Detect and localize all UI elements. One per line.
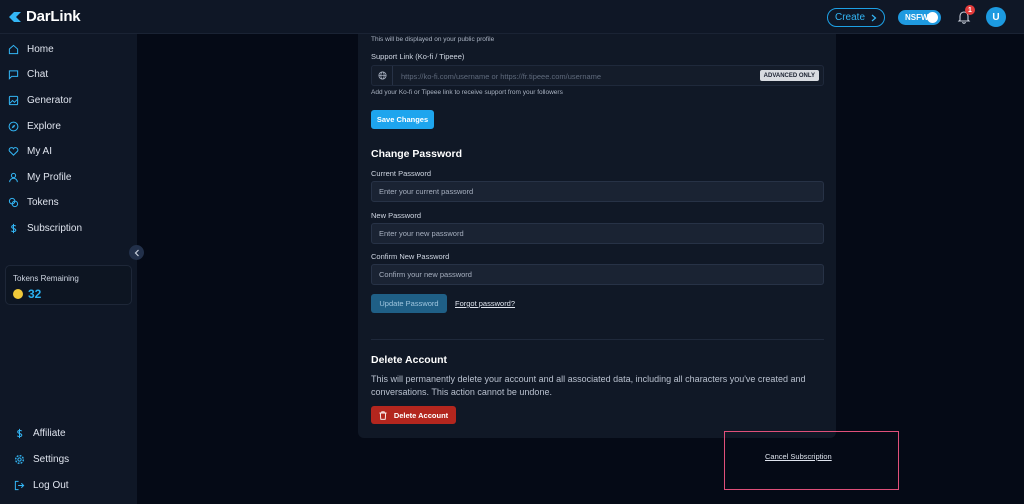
- sidebar-item-explore[interactable]: Explore: [8, 117, 128, 135]
- chat-icon: [8, 69, 19, 80]
- sidebar-item-label: Explore: [27, 120, 61, 132]
- tokens-remaining-label: Tokens Remaining: [13, 274, 79, 283]
- sidebar-item-chat[interactable]: Chat: [8, 65, 128, 83]
- cancel-subscription-link[interactable]: Cancel Subscription: [765, 452, 832, 461]
- dollar-icon: [10, 223, 17, 233]
- sidebar-item-logout[interactable]: Log Out: [14, 476, 134, 494]
- top-bar: DarLink Create NSFW 1 U: [0, 0, 1024, 34]
- sidebar-item-label: My AI: [27, 145, 53, 157]
- sidebar-item-label: Generator: [27, 94, 73, 106]
- sidebar-item-settings[interactable]: Settings: [14, 450, 134, 468]
- delete-account-button[interactable]: Delete Account: [371, 406, 456, 424]
- sidebar-item-label: Log Out: [33, 479, 69, 491]
- confirm-password-input[interactable]: Confirm your new password: [371, 264, 824, 285]
- current-password-input[interactable]: Enter your current password: [371, 181, 824, 202]
- sidebar-item-label: Home: [27, 43, 54, 55]
- tokens-count: 32: [28, 287, 42, 301]
- chevron-left-icon: [134, 249, 139, 256]
- update-password-button[interactable]: Update Password: [371, 294, 447, 313]
- sidebar-item-tokens[interactable]: Tokens: [8, 193, 128, 211]
- advanced-only-badge: ADVANCED ONLY: [759, 70, 819, 81]
- user-avatar[interactable]: U: [986, 7, 1006, 27]
- brand-logo[interactable]: DarLink: [8, 8, 81, 25]
- logout-icon: [14, 480, 25, 490]
- gear-icon: [14, 454, 25, 464]
- forgot-password-link[interactable]: Forgot password?: [455, 299, 515, 308]
- new-password-label: New Password: [371, 211, 422, 220]
- user-icon: [9, 172, 18, 182]
- compass-icon: [8, 121, 19, 131]
- sidebar-collapse-button[interactable]: [129, 245, 144, 260]
- sidebar-item-label: Affiliate: [33, 427, 66, 439]
- confirm-password-label: Confirm New Password: [371, 252, 450, 261]
- delete-account-description: This will permanently delete your accoun…: [371, 374, 806, 397]
- tokens-remaining-value: 32: [13, 287, 41, 301]
- globe-icon-box: [372, 66, 393, 85]
- home-icon: [8, 44, 19, 54]
- image-icon: [8, 95, 19, 105]
- tokens-remaining-card: Tokens Remaining 32: [5, 265, 132, 305]
- support-link-input[interactable]: https://ko-fi.com/username or https://fr…: [371, 65, 824, 86]
- sidebar-item-label: Settings: [33, 453, 70, 465]
- change-password-title: Change Password: [371, 148, 463, 160]
- toggle-knob: [927, 12, 938, 23]
- nsfw-label: NSFW: [905, 13, 929, 22]
- nsfw-toggle[interactable]: NSFW: [898, 10, 941, 25]
- delete-account-label: Delete Account: [393, 410, 449, 420]
- notification-badge: 1: [965, 5, 975, 15]
- trash-icon: [379, 410, 387, 420]
- sidebar-item-home[interactable]: Home: [8, 40, 128, 58]
- section-divider: [371, 339, 824, 340]
- dollar-icon: [16, 428, 23, 438]
- sidebar-item-label: Chat: [27, 68, 49, 80]
- sidebar-item-my-ai[interactable]: My AI: [8, 142, 128, 160]
- create-button[interactable]: Create: [827, 8, 885, 27]
- sidebar-item-label: Tokens: [27, 196, 59, 208]
- sidebar-item-label: Subscription: [27, 222, 83, 234]
- support-link-hint: Add your Ko-fi or Tipeee link to receive…: [371, 89, 563, 96]
- sidebar-item-generator[interactable]: Generator: [8, 91, 128, 109]
- globe-icon: [377, 71, 387, 80]
- account-settings-card: This will be displayed on your public pr…: [358, 34, 836, 438]
- public-profile-hint: This will be displayed on your public pr…: [371, 36, 495, 43]
- heart-icon: [8, 146, 19, 156]
- sidebar-item-label: My Profile: [27, 171, 72, 183]
- sidebar: Home Chat Generator Explore My AI My Pro…: [0, 34, 137, 504]
- sidebar-item-affiliate[interactable]: Affiliate: [14, 424, 134, 442]
- chevron-right-icon: [871, 14, 877, 21]
- current-password-label: Current Password: [371, 169, 432, 178]
- save-changes-button[interactable]: Save Changes: [371, 110, 434, 129]
- support-link-label: Support Link (Ko-fi / Tipeee): [371, 52, 465, 61]
- create-label: Create: [834, 12, 865, 23]
- new-password-input[interactable]: Enter your new password: [371, 223, 824, 244]
- coins-icon: [8, 197, 19, 207]
- brand-name: DarLink: [26, 8, 81, 25]
- support-link-placeholder: https://ko-fi.com/username or https://fr…: [401, 72, 602, 81]
- coin-icon: [13, 289, 23, 299]
- delete-account-title: Delete Account: [371, 354, 448, 366]
- sidebar-item-my-profile[interactable]: My Profile: [8, 168, 128, 186]
- logo-icon: [9, 11, 21, 22]
- sidebar-item-subscription[interactable]: Subscription: [8, 219, 128, 237]
